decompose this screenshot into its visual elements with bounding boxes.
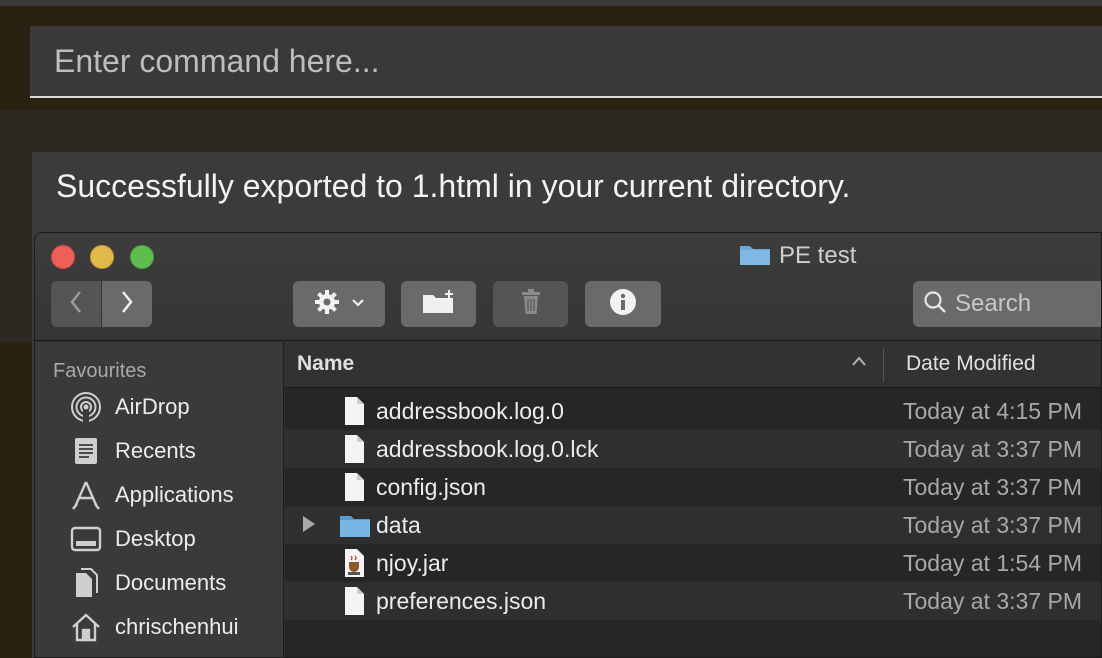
documents-icon xyxy=(69,566,103,600)
sidebar-item-label: Recents xyxy=(115,438,196,463)
file-name: config.json xyxy=(376,474,486,500)
action-menu-button[interactable] xyxy=(293,281,385,327)
file-row[interactable]: addressbook.log.0 Today at 4:15 PM xyxy=(285,392,1101,430)
column-date-header[interactable]: Date Modified xyxy=(906,352,1036,376)
new-folder-icon xyxy=(421,289,457,320)
chevron-left-icon xyxy=(69,290,83,319)
back-button[interactable] xyxy=(51,281,101,327)
file-row[interactable]: njoy.jar Today at 1:54 PM xyxy=(285,544,1101,582)
file-date: Today at 1:54 PM xyxy=(903,550,1082,576)
desktop-icon xyxy=(69,522,103,556)
window-title: PE test xyxy=(739,241,856,271)
home-icon xyxy=(69,610,103,644)
document-icon xyxy=(339,396,369,426)
search-input[interactable] xyxy=(955,290,1101,318)
file-row[interactable]: preferences.json Today at 3:37 PM xyxy=(285,582,1101,620)
finder-titlebar: PE test xyxy=(35,233,1101,341)
close-button[interactable] xyxy=(51,245,75,269)
new-folder-button[interactable] xyxy=(401,281,476,327)
column-divider[interactable] xyxy=(883,348,884,382)
chevron-down-icon xyxy=(351,295,365,313)
file-date: Today at 3:37 PM xyxy=(903,436,1082,462)
trash-icon xyxy=(519,288,543,321)
file-name: njoy.jar xyxy=(376,550,449,576)
forward-button[interactable] xyxy=(102,281,152,327)
info-icon xyxy=(609,288,637,321)
file-date: Today at 3:37 PM xyxy=(903,512,1082,538)
search-icon xyxy=(923,290,947,319)
document-icon xyxy=(339,472,369,502)
file-row[interactable]: config.json Today at 3:37 PM xyxy=(285,468,1101,506)
file-row[interactable]: data Today at 3:37 PM xyxy=(285,506,1101,544)
sidebar-item-applications[interactable]: Applications xyxy=(69,477,234,513)
zoom-button[interactable] xyxy=(130,245,154,269)
sidebar-item-documents[interactable]: Documents xyxy=(69,565,226,601)
trash-button[interactable] xyxy=(493,281,568,327)
sidebar-item-label: chrischenhui xyxy=(115,614,239,639)
file-row[interactable]: addressbook.log.0.lck Today at 3:37 PM xyxy=(285,430,1101,468)
result-message: Successfully exported to 1.html in your … xyxy=(56,168,851,204)
sidebar-item-desktop[interactable]: Desktop xyxy=(69,521,196,557)
get-info-button[interactable] xyxy=(585,281,661,327)
file-name: preferences.json xyxy=(376,588,547,614)
file-name: addressbook.log.0 xyxy=(376,398,564,424)
chevron-up-icon[interactable] xyxy=(851,354,867,372)
file-name: data xyxy=(376,512,421,538)
window-title-text: PE test xyxy=(779,242,857,269)
file-list: Name Date Modified addressbook.log.0 Tod… xyxy=(285,342,1101,657)
search-field[interactable] xyxy=(913,281,1101,327)
sidebar-heading: Favourites xyxy=(53,360,147,382)
document-icon xyxy=(339,586,369,616)
disclosure-triangle-icon[interactable] xyxy=(301,515,317,538)
airdrop-icon xyxy=(69,390,103,424)
document-icon xyxy=(339,434,369,464)
column-name-header[interactable]: Name xyxy=(297,352,354,376)
minimize-button[interactable] xyxy=(90,245,114,269)
sidebar-item-airdrop[interactable]: AirDrop xyxy=(69,389,190,425)
file-date: Today at 3:37 PM xyxy=(903,588,1082,614)
file-date: Today at 4:15 PM xyxy=(903,398,1082,424)
recents-icon xyxy=(69,434,103,468)
file-name: addressbook.log.0.lck xyxy=(376,436,599,462)
sidebar-item-label: Desktop xyxy=(115,526,196,551)
command-box xyxy=(30,26,1102,98)
folder-icon xyxy=(739,242,771,271)
sidebar-item-label: Documents xyxy=(115,570,227,595)
folder-icon xyxy=(339,510,370,540)
file-date: Today at 3:37 PM xyxy=(903,474,1082,500)
chevron-right-icon xyxy=(120,290,134,319)
finder-window: PE test Search Favourites AirDrop Recent… xyxy=(34,232,1102,658)
jar-file-icon xyxy=(339,548,369,578)
sidebar-item-label: AirDrop xyxy=(115,394,190,419)
list-header: Name Date Modified xyxy=(285,342,1101,388)
sidebar: Favourites AirDrop Recents Applications … xyxy=(35,342,284,657)
applications-icon xyxy=(69,478,103,512)
sidebar-item-home[interactable]: chrischenhui xyxy=(69,609,239,645)
sidebar-item-label: Applications xyxy=(115,482,234,507)
command-input[interactable] xyxy=(30,26,1102,96)
sidebar-item-recents[interactable]: Recents xyxy=(69,433,196,469)
gear-icon xyxy=(313,288,341,321)
empty-row xyxy=(285,620,1101,657)
top-strip xyxy=(0,0,1102,6)
